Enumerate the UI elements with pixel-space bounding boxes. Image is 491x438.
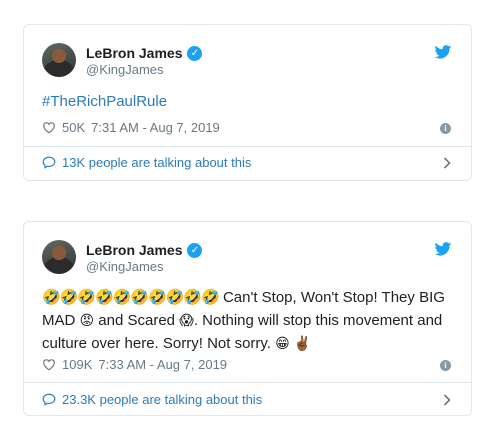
author-row: LeBron James ✓ [86,242,203,258]
tweet-card[interactable]: LeBron James ✓ @KingJames #TheRichPaulRu… [23,24,472,181]
tweet-meta: 50K 7:31 AM - Aug 7, 2019 [42,120,220,135]
hashtag-link[interactable]: #TheRichPaulRule [42,93,167,110]
author-name[interactable]: LeBron James [86,45,182,61]
tweet-header: LeBron James ✓ @KingJames [42,240,452,274]
verified-badge-icon: ✓ [187,242,203,258]
avatar[interactable] [42,240,76,274]
tweet-text-part: and Scared [98,312,176,329]
scared-emoji: 😱 [179,312,194,328]
author-handle[interactable]: @KingJames [86,259,164,274]
speech-bubble-icon [42,156,56,169]
tweet-text: 🤣🤣🤣🤣🤣🤣🤣🤣🤣🤣 Can't Stop, Won't Stop! They … [42,287,462,355]
author-row: LeBron James ✓ [86,45,203,61]
author-handle[interactable]: @KingJames [86,62,164,77]
talking-link[interactable]: 23.3K people are talking about this [42,392,262,407]
like-count: 109K [62,357,93,372]
like-count: 50K [62,120,86,135]
heart-icon[interactable] [42,358,56,371]
grin-emoji: 😁 [275,335,290,351]
talking-link[interactable]: 13K people are talking about this [42,155,251,170]
twitter-bird-icon[interactable] [434,45,452,59]
info-icon[interactable]: i [440,360,451,371]
timestamp[interactable]: 7:33 AM - Aug 7, 2019 [98,357,227,372]
chevron-right-icon[interactable] [443,157,451,169]
laughing-emoji-run: 🤣🤣🤣🤣🤣🤣🤣🤣🤣🤣 [42,289,220,306]
twitter-bird-icon[interactable] [434,242,452,256]
tweet-meta: 109K 7:33 AM - Aug 7, 2019 [42,357,227,372]
divider [24,382,471,383]
info-icon[interactable]: i [440,123,451,134]
angry-emoji: 😡 [79,312,95,328]
tweet-card[interactable]: LeBron James ✓ @KingJames 🤣🤣🤣🤣🤣🤣🤣🤣🤣🤣 Can… [23,221,472,416]
speech-bubble-icon [42,393,56,406]
tweet-header: LeBron James ✓ @KingJames [42,43,452,77]
avatar[interactable] [42,43,76,77]
peace-emoji: ✌🏾 [293,335,312,351]
talking-label: 23.3K people are talking about this [62,392,263,407]
chevron-right-icon[interactable] [443,394,451,406]
heart-icon[interactable] [42,121,56,134]
divider [24,146,471,147]
verified-badge-icon: ✓ [187,45,203,61]
timestamp[interactable]: 7:31 AM - Aug 7, 2019 [91,120,220,135]
author-name[interactable]: LeBron James [86,242,182,258]
talking-label: 13K people are talking about this [62,155,252,170]
